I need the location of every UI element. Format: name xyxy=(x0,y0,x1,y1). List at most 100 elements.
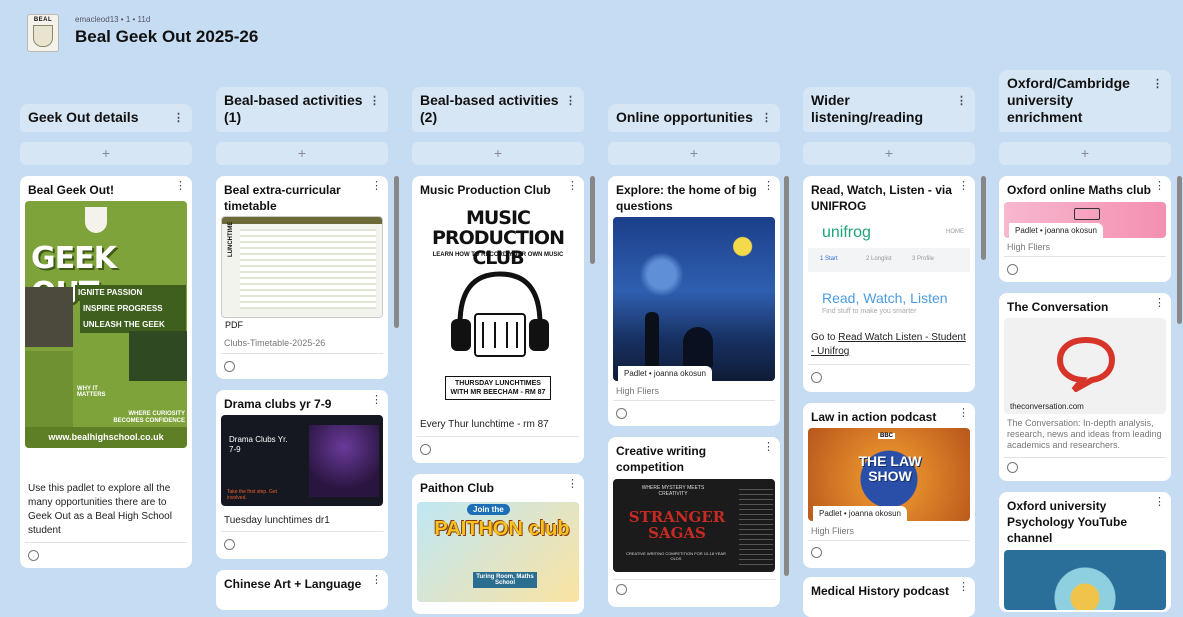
law-show-image[interactable]: BBC THE LAW SHOW Padlet • joanna okosun xyxy=(808,428,970,521)
post-card[interactable]: The Conversation ⋮ theconversation.com T… xyxy=(999,293,1171,481)
post-body-prefix: Go to xyxy=(811,332,839,343)
post-menu-icon[interactable]: ⋮ xyxy=(958,406,969,419)
divider xyxy=(613,400,775,401)
post-menu-icon[interactable]: ⋮ xyxy=(763,179,774,192)
column-menu-icon[interactable]: ⋮ xyxy=(1152,76,1163,93)
add-post-button[interactable]: + xyxy=(216,142,388,165)
divider xyxy=(221,531,383,532)
post-card[interactable]: Read, Watch, Listen - via UNIFROG ⋮ unif… xyxy=(803,176,975,392)
column-scrollbar[interactable] xyxy=(590,176,595,264)
post-card[interactable]: Explore: the home of big questions ⋮ Pad… xyxy=(608,176,780,426)
post-menu-icon[interactable]: ⋮ xyxy=(567,179,578,192)
add-post-button[interactable]: + xyxy=(412,142,584,165)
attachment-name: Clubs-Timetable-2025-26 xyxy=(224,338,326,348)
post-card[interactable]: Oxford online Maths club ⋮ Padlet • joan… xyxy=(999,176,1171,282)
add-post-button[interactable]: + xyxy=(803,142,975,165)
poster-why: WHY IT MATTERS xyxy=(77,386,106,398)
school-logo[interactable]: BEAL xyxy=(27,14,59,52)
post-menu-icon[interactable]: ⋮ xyxy=(958,580,969,593)
students-photo-2 xyxy=(129,331,187,381)
post-card[interactable]: Chinese Art + Language ⋮ xyxy=(216,570,388,610)
reaction-icon[interactable] xyxy=(420,444,431,455)
add-post-button[interactable]: + xyxy=(20,142,192,165)
music-club-poster[interactable]: MUSIC PRODUCTION CLUB LEARN HOW TO RECOR… xyxy=(417,204,579,406)
reaction-icon[interactable] xyxy=(1007,264,1018,275)
column-scrollbar[interactable] xyxy=(784,176,789,576)
conversation-preview[interactable]: theconversation.com xyxy=(1004,318,1166,414)
post-menu-icon[interactable]: ⋮ xyxy=(763,440,774,453)
starry-night-image[interactable]: Padlet • joanna okosun xyxy=(613,217,775,381)
geek-out-poster[interactable]: GEEK OUT IGNITE PASSION INSPIRE PROGRESS… xyxy=(25,201,187,448)
oxford-maths-image[interactable]: Padlet • joanna okosun xyxy=(1004,202,1166,238)
column-scrollbar[interactable] xyxy=(394,176,399,328)
post-title: Oxford online Maths club xyxy=(1007,183,1152,197)
reaction-icon[interactable] xyxy=(1007,462,1018,473)
post-card[interactable]: Creative writing competition ⋮ WHERE MYS… xyxy=(608,437,780,607)
unifrog-preview[interactable]: unifrog HOME 1 Start 2 Longlist 3 Profil… xyxy=(808,216,970,328)
reaction-icon[interactable] xyxy=(811,547,822,558)
column-scrollbar[interactable] xyxy=(1177,176,1182,324)
column-header[interactable]: Online opportunities ⋮ xyxy=(608,104,780,132)
reaction-icon[interactable] xyxy=(616,408,627,419)
column-scrollbar[interactable] xyxy=(981,176,986,260)
post-body: Every Thur lunchtime - rm 87 xyxy=(420,419,549,430)
post-card[interactable]: Drama clubs yr 7-9 ⋮ Drama Clubs Yr. 7-9… xyxy=(216,390,388,559)
add-post-button[interactable]: + xyxy=(999,142,1171,165)
post-card[interactable]: Medical History podcast ⋮ xyxy=(803,577,975,617)
column-header[interactable]: Beal-based activities (2) ⋮ xyxy=(412,87,584,132)
add-post-button[interactable]: + xyxy=(608,142,780,165)
column-menu-icon[interactable]: ⋮ xyxy=(761,110,772,127)
post-menu-icon[interactable]: ⋮ xyxy=(371,179,382,192)
post-card[interactable]: Oxford university Psychology YouTube cha… xyxy=(999,492,1171,612)
board-meta[interactable]: emacleod13 • 1 • 11d xyxy=(75,15,150,24)
post-title: Music Production Club xyxy=(420,183,551,197)
psychology-channel-image[interactable] xyxy=(1004,550,1166,610)
column-menu-icon[interactable]: ⋮ xyxy=(173,110,184,127)
column-header[interactable]: Geek Out details ⋮ xyxy=(20,104,192,132)
stranger-poster-title: STRANGER SAGAS xyxy=(628,508,726,542)
timetable-header-bar xyxy=(222,217,382,224)
reaction-icon[interactable] xyxy=(616,584,627,595)
post-card[interactable]: Beal extra-curricular timetable ⋮ LUNCHT… xyxy=(216,176,388,379)
post-menu-icon[interactable]: ⋮ xyxy=(371,573,382,586)
post-menu-icon[interactable]: ⋮ xyxy=(1154,495,1165,508)
reaction-icon[interactable] xyxy=(28,550,39,561)
music-poster-schedule: THURSDAY LUNCHTIMES WITH MR BEECHAM - RM… xyxy=(445,376,551,400)
post-title: Explore: the home of big questions xyxy=(616,183,757,213)
post-menu-icon[interactable]: ⋮ xyxy=(371,393,382,406)
post-menu-icon[interactable]: ⋮ xyxy=(1154,296,1165,309)
drama-club-image[interactable]: Drama Clubs Yr. 7-9 Take the first step.… xyxy=(221,415,383,506)
music-poster-subtitle: LEARN HOW TO RECORD YOUR OWN MUSIC xyxy=(432,252,564,258)
stranger-sagas-poster[interactable]: WHERE MYSTERY MEETS CREATIVITY STRANGER … xyxy=(613,479,775,572)
column-menu-icon[interactable]: ⋮ xyxy=(956,93,967,110)
poster-info-panel xyxy=(25,351,73,431)
post-title: Drama clubs yr 7-9 xyxy=(224,397,332,411)
post-card[interactable]: Beal Geek Out! ⋮ GEEK OUT IGNITE PASSION… xyxy=(20,176,192,568)
column-menu-icon[interactable]: ⋮ xyxy=(369,93,380,110)
post-title: Oxford university Psychology YouTube cha… xyxy=(1007,499,1128,545)
reaction-icon[interactable] xyxy=(811,372,822,383)
column-header[interactable]: Oxford/Cambridge university enrichment ⋮ xyxy=(999,70,1171,132)
maths-graphic-icon xyxy=(1074,208,1100,220)
divider xyxy=(1004,256,1166,257)
post-card[interactable]: Music Production Club ⋮ MUSIC PRODUCTION… xyxy=(412,176,584,463)
column-header[interactable]: Wider listening/reading ⋮ xyxy=(803,87,975,132)
post-card[interactable]: Law in action podcast ⋮ BBC THE LAW SHOW… xyxy=(803,403,975,568)
logo-text: BEAL xyxy=(33,17,53,23)
board-title: Beal Geek Out 2025-26 xyxy=(75,27,259,46)
reaction-icon[interactable] xyxy=(224,539,235,550)
paithon-club-poster[interactable]: Join the PAITHON club Turing Room, Maths… xyxy=(417,502,579,602)
reaction-icon[interactable] xyxy=(224,361,235,372)
column-header[interactable]: Beal-based activities (1) ⋮ xyxy=(216,87,388,132)
column-menu-icon[interactable]: ⋮ xyxy=(565,93,576,110)
column-title: Beal-based activities (2) xyxy=(420,92,559,125)
post-menu-icon[interactable]: ⋮ xyxy=(958,179,969,192)
timetable-preview[interactable]: LUNCHTIME xyxy=(221,216,383,318)
post-menu-icon[interactable]: ⋮ xyxy=(175,179,186,192)
post-menu-icon[interactable]: ⋮ xyxy=(567,477,578,490)
stage-photo xyxy=(309,425,379,497)
post-card[interactable]: Paithon Club ⋮ Join the PAITHON club Tur… xyxy=(412,474,584,614)
post-menu-icon[interactable]: ⋮ xyxy=(1154,179,1165,192)
link-domain: theconversation.com xyxy=(1010,402,1084,411)
source-chip: Padlet • joanna okosun xyxy=(1009,223,1103,238)
